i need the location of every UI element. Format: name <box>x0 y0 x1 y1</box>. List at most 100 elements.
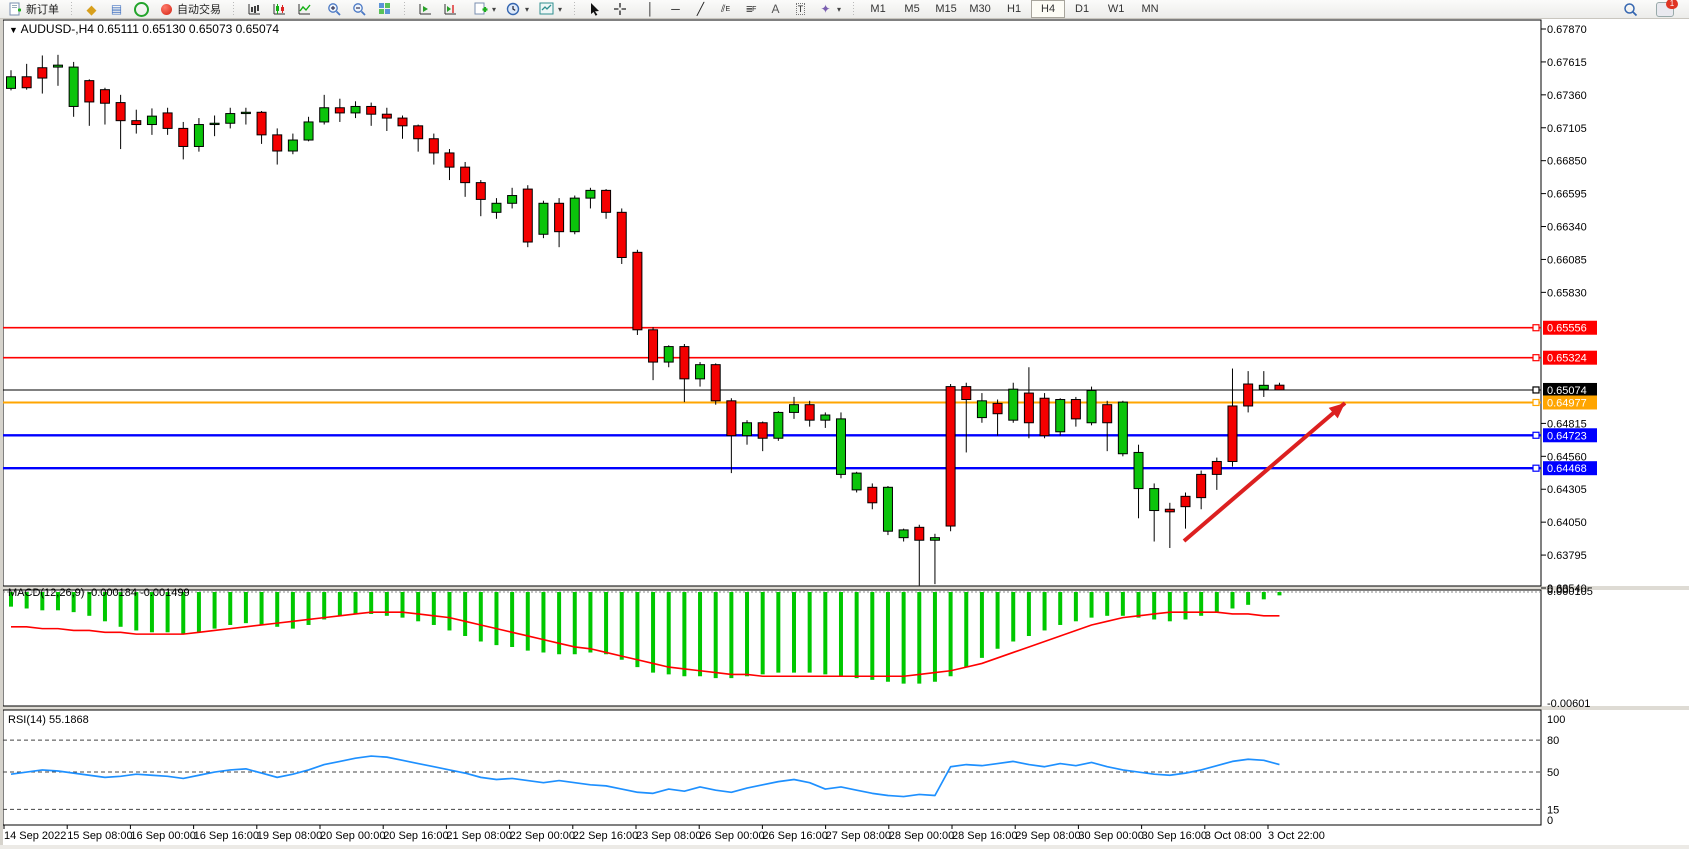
market-scan-button[interactable] <box>129 0 154 19</box>
price-tick-label: 0.66085 <box>1547 254 1587 266</box>
panel-separator[interactable] <box>3 706 1689 710</box>
chevron-down-icon: ▾ <box>558 5 562 14</box>
candlestick-chart-button[interactable] <box>266 0 291 19</box>
timeframe-button-m5[interactable]: M5 <box>895 0 929 18</box>
search-icon <box>1623 2 1638 17</box>
toolbar-grip[interactable] <box>231 2 236 16</box>
price-tick-label: 0.65830 <box>1547 287 1587 299</box>
zoom-out-button[interactable] <box>347 0 372 19</box>
period-button[interactable]: ▾ <box>501 0 534 19</box>
chart-title-text: AUDUSD-,H4 0.65111 0.65130 0.65073 0.650… <box>21 22 279 36</box>
bar-chart-button[interactable] <box>241 0 266 19</box>
charts-window-button[interactable]: ▤ <box>104 0 129 19</box>
candle-bullish <box>586 190 595 198</box>
price-badge-label: 0.65324 <box>1547 353 1587 365</box>
candle-bullish <box>1056 400 1065 432</box>
text-button[interactable]: A <box>763 0 788 19</box>
macd-label: MACD(12,26,9) -0.000184 -0.001499 <box>8 587 190 599</box>
arrow-tools-button[interactable]: ✦▾ <box>813 0 846 19</box>
timeframe-button-h4[interactable]: H4 <box>1031 0 1065 18</box>
fibonacci-button[interactable]: ≣F <box>738 0 763 19</box>
candle-bullish <box>743 423 752 436</box>
level-line-handle[interactable] <box>1533 465 1539 471</box>
line-chart-button[interactable] <box>291 0 316 19</box>
candle-bullish <box>821 415 830 420</box>
candle-bullish <box>1150 489 1159 511</box>
candle-bearish <box>132 121 141 125</box>
level-line-handle[interactable] <box>1533 325 1539 331</box>
candle-bearish <box>1103 405 1112 423</box>
cursor-button[interactable] <box>582 0 607 19</box>
timeframe-button-m1[interactable]: M1 <box>861 0 895 18</box>
timeframe-group: M1M5M15M30H1H4D1W1MN <box>858 0 1170 18</box>
price-badge-label: 0.64468 <box>1547 463 1587 475</box>
chart-shift-button[interactable] <box>437 0 462 19</box>
time-axis-label: 27 Sep 08:00 <box>826 830 891 842</box>
toolbar-grip[interactable] <box>851 2 856 16</box>
timeframe-button-mn[interactable]: MN <box>1133 0 1167 18</box>
level-line-handle[interactable] <box>1533 355 1539 361</box>
candle-bearish <box>476 183 485 200</box>
timeframe-button-w1[interactable]: W1 <box>1099 0 1133 18</box>
time-axis-label: 22 Sep 00:00 <box>510 830 575 842</box>
candle-bearish <box>680 347 689 379</box>
notification-button[interactable]: 1 <box>1651 0 1679 19</box>
timeframe-button-h1[interactable]: H1 <box>997 0 1031 18</box>
candle-bearish <box>22 77 31 88</box>
profile-button[interactable]: ◆ <box>79 0 104 19</box>
horizontal-line-button[interactable]: ─ <box>663 0 688 19</box>
chevron-down-icon: ▾ <box>492 5 496 14</box>
level-line-handle[interactable] <box>1533 399 1539 405</box>
candle-bearish <box>116 103 125 121</box>
candle-bearish <box>523 189 532 242</box>
price-tick-label: 0.66850 <box>1547 156 1587 168</box>
level-line-handle[interactable] <box>1533 387 1539 393</box>
charts-window-icon: ▤ <box>109 2 124 17</box>
candle-bullish <box>1009 389 1018 420</box>
crosshair-button[interactable] <box>607 0 632 19</box>
candle-bullish <box>226 114 235 124</box>
candle-bearish <box>1228 406 1237 462</box>
tile-windows-button[interactable] <box>372 0 397 19</box>
new-order-button[interactable]: 新订单 <box>3 0 64 19</box>
timeframe-button-m15[interactable]: M15 <box>929 0 963 18</box>
new-chart-button[interactable]: ▾ <box>468 0 501 19</box>
candle-bullish <box>194 125 203 147</box>
vertical-line-button[interactable]: │ <box>638 0 663 19</box>
label-button[interactable]: T <box>788 0 813 19</box>
toolbar-grip[interactable] <box>572 2 577 16</box>
template-button[interactable]: ▾ <box>534 0 567 19</box>
main-price-panel[interactable] <box>3 20 1541 586</box>
chart-dropdown-caret[interactable]: ▼ <box>9 25 18 35</box>
template-icon <box>539 2 554 17</box>
auto-scroll-button[interactable] <box>412 0 437 19</box>
candle-bearish <box>163 113 172 128</box>
time-axis-label: 20 Sep 00:00 <box>320 830 385 842</box>
price-tick-label: 0.67360 <box>1547 90 1587 102</box>
timeframe-button-m30[interactable]: M30 <box>963 0 997 18</box>
candle-bullish <box>304 122 313 140</box>
candle-bearish <box>257 112 266 135</box>
candle-bearish <box>38 68 47 78</box>
trendline-button[interactable]: ╱ <box>688 0 713 19</box>
candle-bearish <box>273 135 282 151</box>
autotrading-button[interactable]: 自动交易 <box>154 0 226 19</box>
rsi-panel[interactable] <box>3 710 1541 825</box>
macd-panel[interactable] <box>3 590 1541 706</box>
candle-bullish <box>696 365 705 379</box>
candle-bearish <box>85 81 94 102</box>
channel-button[interactable]: ⫽E <box>713 0 738 19</box>
notification-badge: 1 <box>1666 0 1678 9</box>
timeframe-button-d1[interactable]: D1 <box>1065 0 1099 18</box>
candle-bearish <box>1244 384 1253 406</box>
price-tick-label: 0.66340 <box>1547 222 1587 234</box>
zoom-in-button[interactable] <box>322 0 347 19</box>
price-badge-label: 0.64723 <box>1547 430 1587 442</box>
candle-bullish <box>1118 402 1127 454</box>
toolbar-grip[interactable] <box>402 2 407 16</box>
price-chart-canvas[interactable]: 0.0001050.00-0.0060110080501500.678700.6… <box>0 0 1689 849</box>
toolbar-grip[interactable] <box>69 2 74 16</box>
level-line-handle[interactable] <box>1533 432 1539 438</box>
search-button[interactable] <box>1618 0 1643 19</box>
panel-separator[interactable] <box>3 586 1689 590</box>
